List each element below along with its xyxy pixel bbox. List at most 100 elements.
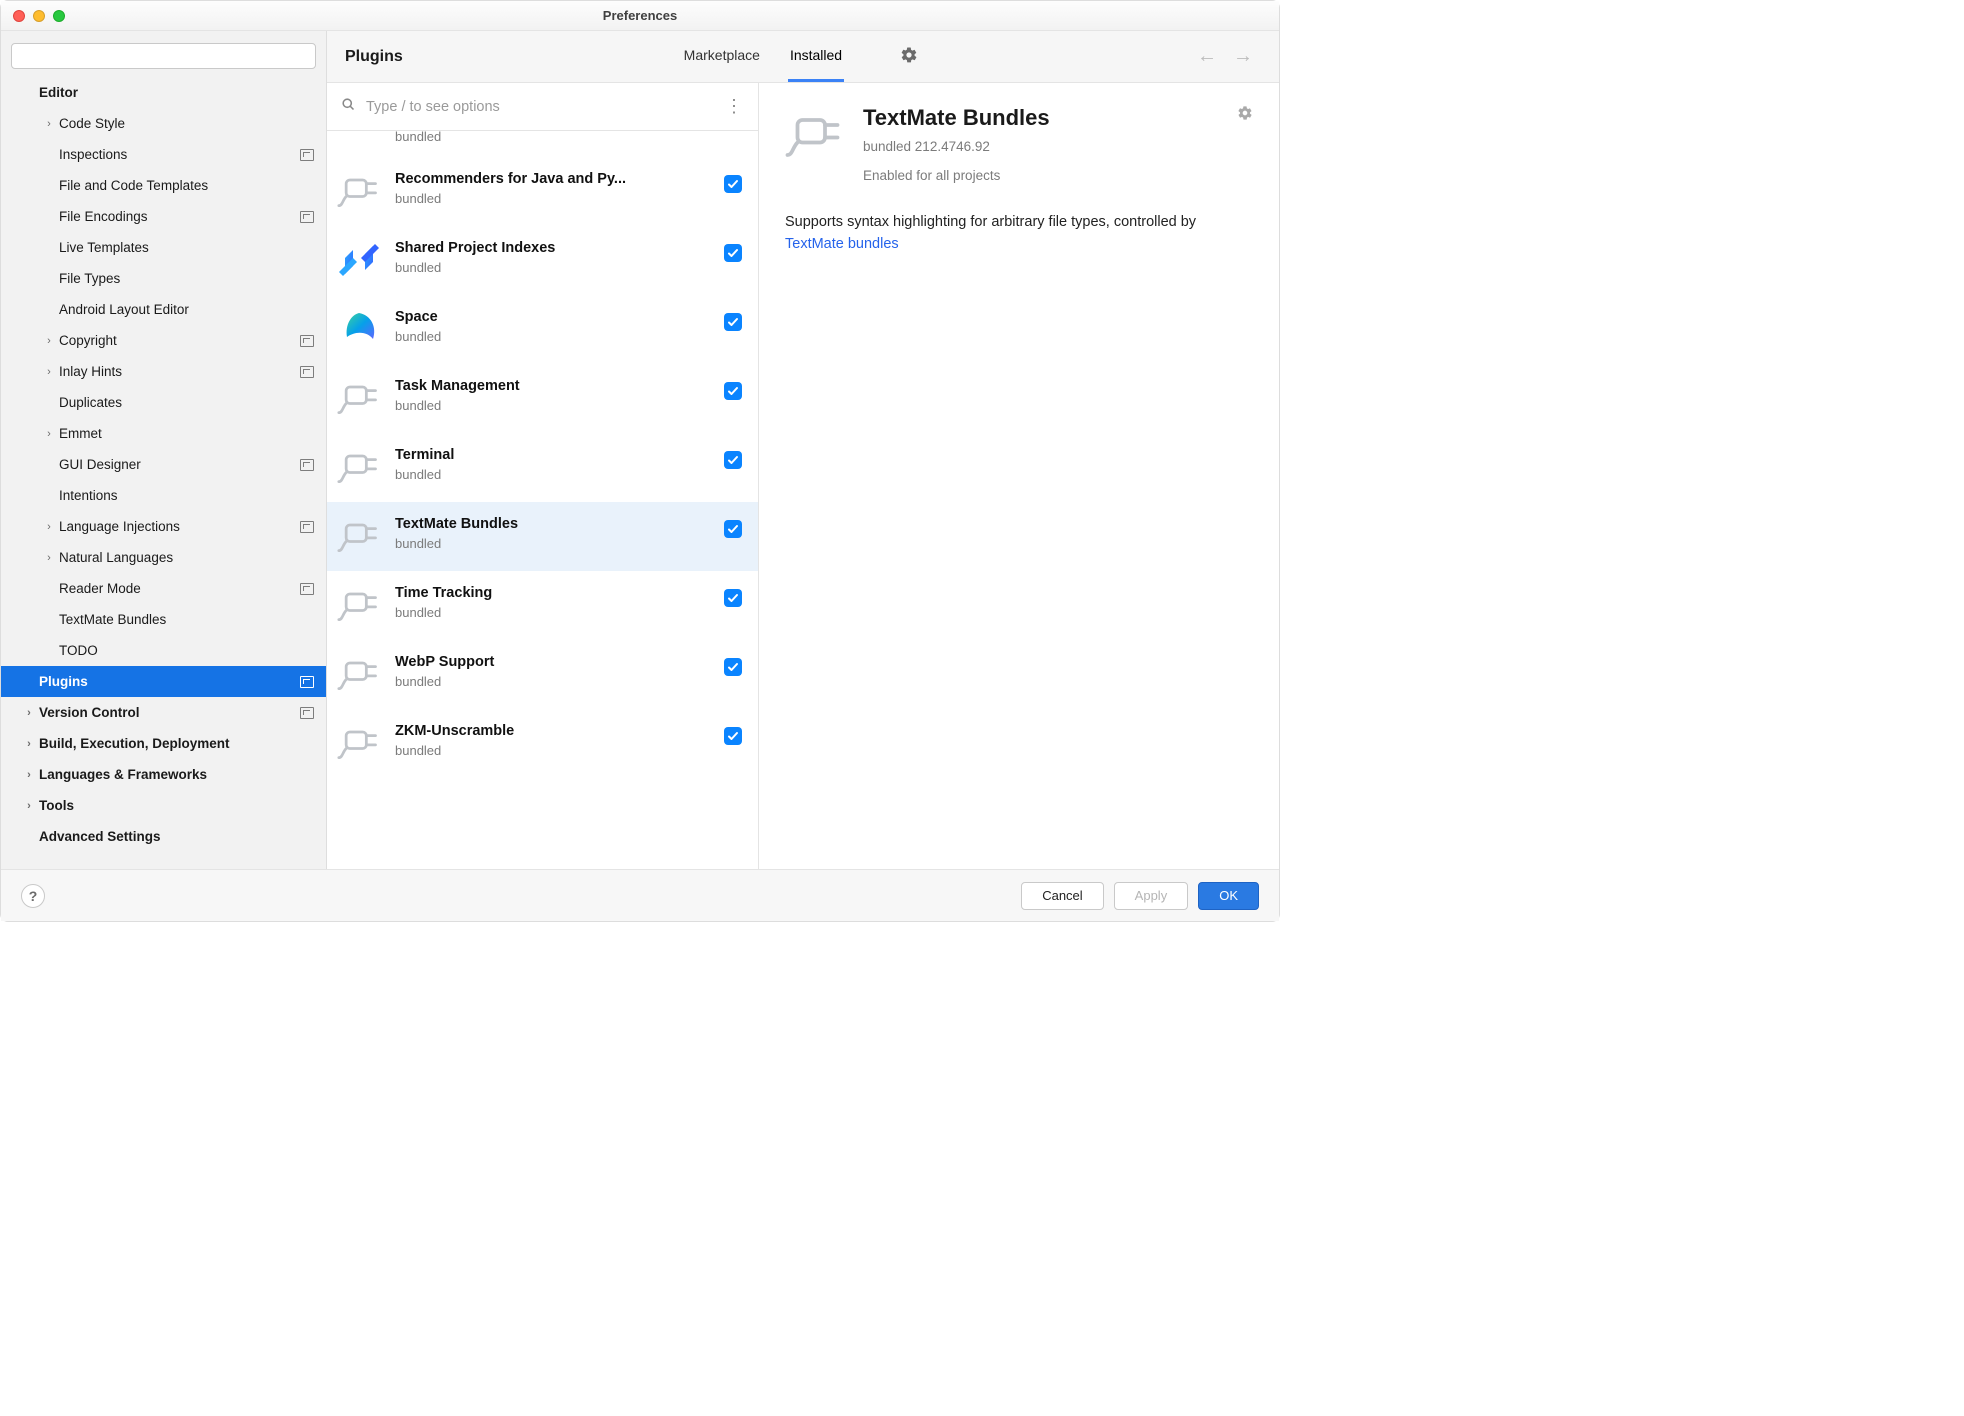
- traffic-lights: [13, 10, 65, 22]
- plugin-icon: [337, 169, 381, 213]
- plugin-name: Time Tracking: [395, 585, 710, 601]
- plugin-name: TextMate Bundles: [395, 516, 710, 532]
- plugin-enabled-checkbox[interactable]: [724, 583, 742, 607]
- plugin-row[interactable]: Shared Project Indexesbundled: [327, 226, 758, 295]
- plugin-icon: [337, 445, 381, 489]
- plugin-subtext: bundled: [395, 605, 710, 620]
- sidebar-item[interactable]: Reader Mode: [1, 573, 326, 604]
- plugin-enabled-checkbox[interactable]: [724, 721, 742, 745]
- sidebar-item-label: Languages & Frameworks: [39, 767, 207, 782]
- project-scope-icon: [298, 456, 316, 474]
- plugin-row[interactable]: Time Tracking bundled: [327, 571, 758, 640]
- sidebar-item[interactable]: Editor: [1, 77, 326, 108]
- tab-marketplace[interactable]: Marketplace: [682, 31, 762, 82]
- cancel-button[interactable]: Cancel: [1021, 882, 1103, 910]
- plugin-icon: [337, 721, 381, 765]
- sidebar-item[interactable]: TODO: [1, 635, 326, 666]
- sidebar-item[interactable]: Duplicates: [1, 387, 326, 418]
- plugin-subtext: bundled: [395, 191, 710, 206]
- plugin-row[interactable]: TextMate Bundles bundled: [327, 502, 758, 571]
- plugin-list[interactable]: bundled Recommenders for Java and Py... bu…: [327, 131, 758, 869]
- sidebar-item[interactable]: Plugins: [1, 666, 326, 697]
- plugin-detail-description: Supports syntax highlighting for arbitra…: [785, 211, 1253, 256]
- sidebar-item[interactable]: ›Build, Execution, Deployment: [1, 728, 326, 759]
- sidebar-item-label: TextMate Bundles: [59, 612, 166, 627]
- plugin-enabled-checkbox[interactable]: [724, 376, 742, 400]
- sidebar-item-label: Android Layout Editor: [59, 302, 189, 317]
- plugin-enabled-checkbox[interactable]: [724, 169, 742, 193]
- sidebar-item-label: Copyright: [59, 333, 117, 348]
- chevron-right-icon: ›: [39, 366, 59, 378]
- apply-button[interactable]: Apply: [1114, 882, 1189, 910]
- plugin-row[interactable]: bundled: [327, 131, 758, 157]
- sidebar-item[interactable]: ›Version Control: [1, 697, 326, 728]
- sidebar-item[interactable]: ›Language Injections: [1, 511, 326, 542]
- plugin-enabled-checkbox[interactable]: [724, 652, 742, 676]
- help-button[interactable]: ?: [21, 884, 45, 908]
- sidebar-item-label: Advanced Settings: [39, 829, 161, 844]
- chevron-right-icon: ›: [19, 738, 39, 750]
- plugin-row[interactable]: ZKM-Unscramblebundled: [327, 709, 758, 778]
- ok-button[interactable]: OK: [1198, 882, 1259, 910]
- textmate-bundles-link[interactable]: TextMate bundles: [785, 236, 899, 252]
- plugin-icon: [337, 307, 381, 351]
- sidebar-item[interactable]: Live Templates: [1, 232, 326, 263]
- chevron-right-icon: ›: [39, 428, 59, 440]
- close-window-icon[interactable]: [13, 10, 25, 22]
- more-options-icon[interactable]: ⋮: [725, 96, 742, 117]
- sidebar-item[interactable]: ›Tools: [1, 790, 326, 821]
- plugin-subtext: bundled: [395, 536, 710, 551]
- settings-tree[interactable]: Editor›Code Style Inspections File and Cod…: [1, 77, 326, 869]
- plugin-row[interactable]: WebP Supportbundled: [327, 640, 758, 709]
- sidebar-item[interactable]: ›Inlay Hints: [1, 356, 326, 387]
- plugin-detail-gear-icon[interactable]: [1237, 105, 1253, 124]
- plugin-filter-bar: ⋮: [327, 83, 758, 131]
- plugin-row[interactable]: Task Managementbundled: [327, 364, 758, 433]
- project-scope-icon: [298, 363, 316, 381]
- sidebar-item[interactable]: File Types: [1, 263, 326, 294]
- plugin-name: Terminal: [395, 447, 710, 463]
- sidebar-item[interactable]: TextMate Bundles: [1, 604, 326, 635]
- plugins-settings-gear-icon[interactable]: [900, 46, 918, 67]
- sidebar-item-label: Intentions: [59, 488, 118, 503]
- plugin-name: Space: [395, 309, 710, 325]
- plugin-row[interactable]: Spacebundled: [327, 295, 758, 364]
- nav-forward-icon[interactable]: →: [1233, 45, 1253, 68]
- sidebar-item[interactable]: GUI Designer: [1, 449, 326, 480]
- titlebar: Preferences: [1, 1, 1279, 31]
- tab-installed[interactable]: Installed: [788, 31, 844, 82]
- sidebar-item-label: Inspections: [59, 147, 127, 162]
- settings-search-input[interactable]: [11, 43, 316, 69]
- sidebar-item[interactable]: ›Languages & Frameworks: [1, 759, 326, 790]
- plugin-row[interactable]: Recommenders for Java and Py... bundled: [327, 157, 758, 226]
- sidebar-item[interactable]: Intentions: [1, 480, 326, 511]
- sidebar-item[interactable]: ›Natural Languages: [1, 542, 326, 573]
- search-icon: [341, 97, 356, 116]
- sidebar-item[interactable]: File Encodings: [1, 201, 326, 232]
- sidebar-item-label: Language Injections: [59, 519, 180, 534]
- zoom-window-icon[interactable]: [53, 10, 65, 22]
- sidebar-item-label: Natural Languages: [59, 550, 173, 565]
- plugin-name: Task Management: [395, 378, 710, 394]
- plugin-row[interactable]: Terminal bundled: [327, 433, 758, 502]
- plugin-enabled-checkbox[interactable]: [724, 514, 742, 538]
- plugin-enabled-checkbox[interactable]: [724, 445, 742, 469]
- sidebar-item[interactable]: File and Code Templates: [1, 170, 326, 201]
- plugin-search-input[interactable]: [366, 99, 715, 115]
- window-title: Preferences: [603, 8, 677, 23]
- sidebar-item[interactable]: ›Code Style: [1, 108, 326, 139]
- sidebar-item[interactable]: Advanced Settings: [1, 821, 326, 852]
- plugin-enabled-checkbox[interactable]: [724, 238, 742, 262]
- plugin-subtext: bundled: [395, 674, 710, 689]
- sidebar-item[interactable]: ›Copyright: [1, 325, 326, 356]
- sidebar-item[interactable]: Inspections: [1, 139, 326, 170]
- minimize-window-icon[interactable]: [33, 10, 45, 22]
- plugin-icon: [337, 376, 381, 420]
- sidebar-item-label: Tools: [39, 798, 74, 813]
- nav-back-icon[interactable]: ←: [1197, 45, 1217, 68]
- sidebar-item[interactable]: Android Layout Editor: [1, 294, 326, 325]
- plugin-name: Recommenders for Java and Py...: [395, 171, 710, 187]
- plugin-enabled-checkbox[interactable]: [724, 307, 742, 331]
- plugin-subtext: bundled: [395, 467, 710, 482]
- sidebar-item[interactable]: ›Emmet: [1, 418, 326, 449]
